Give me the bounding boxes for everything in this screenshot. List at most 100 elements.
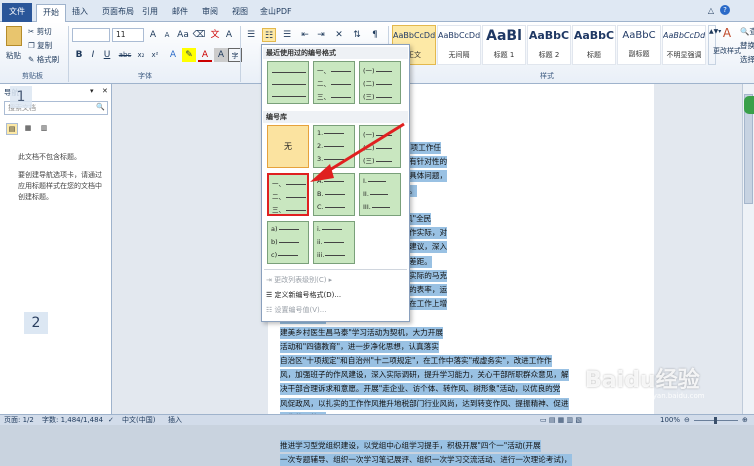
document-line: 风，加强班子的作风建设，深入实际调研，提升学习能力，关心干部所职群众意见，解 <box>280 369 569 382</box>
italic-button[interactable]: I <box>86 48 100 62</box>
recent-formats-header: 最近使用过的编号格式 <box>263 47 408 59</box>
subscript-button[interactable]: x₂ <box>134 48 148 62</box>
word-count[interactable]: 字数: 1,484/1,484 <box>42 415 103 426</box>
copy-button[interactable]: ❐ 复制 <box>28 40 52 51</box>
select-button[interactable]: 选择 <box>740 54 754 65</box>
styles-scroll-icon[interactable]: ▲▼▾ <box>708 25 721 65</box>
strikethrough-button[interactable]: abc <box>118 48 132 62</box>
zoom-level[interactable]: 100% <box>660 415 680 426</box>
shrink-font-button[interactable]: A <box>160 28 174 42</box>
format-lower-roman[interactable]: i. ii. iii. <box>313 221 355 264</box>
sort-icon[interactable]: ⇅ <box>350 28 364 42</box>
minimize-ribbon-icon[interactable]: △ <box>708 6 714 15</box>
arrow-head <box>310 164 334 182</box>
recent-format-dunhao[interactable]: 一、 二、 三、 <box>313 61 355 104</box>
find-button[interactable]: 🔍查找 <box>740 26 754 37</box>
font-color-button[interactable]: A <box>198 48 212 62</box>
style-no-spacing[interactable]: AaBbCcDd 无间隔 <box>437 25 481 65</box>
nav-close-icon[interactable]: ✕ <box>102 87 108 95</box>
style-subtle-emphasis[interactable]: AaBbCcDd 不明显强调 <box>662 25 706 65</box>
underline-button[interactable]: U <box>100 48 114 62</box>
recent-format-lines[interactable] <box>267 61 309 104</box>
recent-format-paren-cn[interactable]: (一) (二) (三) <box>359 61 401 104</box>
change-list-level-item[interactable]: ⇥ 更改列表级别(C) ▸ <box>266 275 332 285</box>
style-heading-1[interactable]: AaBl 标题 1 <box>482 25 526 65</box>
brush-icon: ✎ <box>28 55 35 64</box>
browse-headings-icon[interactable]: ▤ <box>6 123 18 135</box>
change-case-icon[interactable]: Aa <box>176 28 190 42</box>
multilevel-list-icon[interactable]: ☰ <box>280 28 294 42</box>
document-line: 风促政风，以扎实的工作作风推升地税部门行业风尚，达到转变作风、提振精神、促进 <box>280 397 569 410</box>
paste-icon[interactable] <box>6 26 22 46</box>
increase-indent-icon[interactable]: ⇥ <box>314 28 328 42</box>
tab-view[interactable]: 视图 <box>226 4 254 22</box>
chinese-layout-icon[interactable]: ✕ <box>332 28 346 42</box>
style-title[interactable]: AaBbC 标题 <box>572 25 616 65</box>
change-styles-icon: A <box>722 26 732 40</box>
nav-empty-message: 此文档不包含标题。 <box>18 153 81 161</box>
tab-page-layout[interactable]: 页面布局 <box>96 4 140 22</box>
superscript-button[interactable]: x² <box>148 48 162 62</box>
decrease-indent-icon[interactable]: ⇤ <box>298 28 312 42</box>
grow-font-button[interactable]: A <box>146 28 160 42</box>
document-line: 决干部合理诉求和意愿。开展"走企业、访个体、转作风、树形象"活动，以优良的党 <box>280 383 561 396</box>
group-separator <box>240 26 241 82</box>
menu-divider <box>264 269 407 270</box>
set-numbering-value-item[interactable]: ☷ 设置编号值(V)... <box>266 305 326 315</box>
view-buttons-icon[interactable]: ▭ ▤ ▦ ▥ ▧ <box>540 415 582 426</box>
cut-button[interactable]: ✂ 剪切 <box>28 26 52 37</box>
nav-search-icon[interactable]: 🔍 <box>96 103 105 111</box>
browse-pages-icon[interactable]: ▦ <box>22 123 34 135</box>
tab-pdf[interactable]: 金山PDF <box>254 4 298 22</box>
change-styles-button[interactable]: 更改样式 <box>713 46 741 56</box>
zoom-slider-thumb[interactable] <box>714 417 717 424</box>
nav-options-icon[interactable]: ▾ <box>90 87 94 95</box>
replace-button[interactable]: 替换 <box>740 40 754 51</box>
language-status[interactable]: 中文(中国) <box>122 415 155 426</box>
help-icon[interactable]: ? <box>720 5 730 15</box>
list-level-icon: ⇥ <box>266 276 275 284</box>
document-line: 活动和"四德教育"，进一步净化思想，认真落实 <box>280 340 439 353</box>
baidu-watermark-url: jingyan.baidu.com <box>640 392 705 400</box>
find-icon: 🔍 <box>740 27 750 36</box>
document-line: 自治区"十项规定"和自治州"十二项规定"，在工作中落实"戒虚务实"，改进工作作 <box>280 355 552 367</box>
baidu-watermark: Baidu经验 <box>585 368 700 393</box>
char-border-icon[interactable]: A <box>222 28 236 42</box>
clear-format-icon[interactable]: ⌫ <box>192 28 206 42</box>
format-painter-button[interactable]: ✎ 格式刷 <box>28 54 59 65</box>
format-lower-paren[interactable]: a) b) c) <box>267 221 309 264</box>
paste-button[interactable]: 粘贴 <box>6 50 21 61</box>
group-separator <box>68 26 69 82</box>
zoom-out-icon[interactable]: ⊖ <box>684 415 690 426</box>
vertical-scrollbar[interactable] <box>742 84 754 414</box>
insert-mode[interactable]: 插入 <box>168 415 182 426</box>
clipboard-group-label: 剪贴板 <box>22 72 43 80</box>
tab-review[interactable]: 审阅 <box>196 4 224 22</box>
proofing-icon[interactable]: ✓ <box>108 415 114 426</box>
zoom-in-icon[interactable]: ⊕ <box>742 415 748 426</box>
pinyin-icon[interactable]: 文 <box>208 28 222 42</box>
tab-references[interactable]: 引用 <box>136 4 164 22</box>
bold-button[interactable]: B <box>72 48 86 62</box>
tab-mailings[interactable]: 邮件 <box>166 4 194 22</box>
ribbon-tab-bar: 文件 开始 插入 页面布局 引用 邮件 审阅 视图 金山PDF △ ? <box>0 0 754 22</box>
highlight-icon[interactable]: ✎ <box>182 48 196 62</box>
font-size-box[interactable]: 11 <box>112 28 144 42</box>
style-heading-2[interactable]: AaBbC 标题 2 <box>527 25 571 65</box>
numbering-icon[interactable]: ☷ <box>262 28 276 42</box>
tab-home[interactable]: 开始 <box>36 4 66 22</box>
tab-file[interactable]: 文件 <box>2 3 32 22</box>
style-subtitle[interactable]: AaBbC 副标题 <box>617 25 661 65</box>
side-widget-icon[interactable] <box>744 96 754 114</box>
page-count[interactable]: 页面: 1/2 <box>4 415 34 426</box>
copy-icon: ❐ <box>28 41 35 50</box>
show-marks-icon[interactable]: ¶ <box>368 28 382 42</box>
styles-group-label: 样式 <box>540 72 554 80</box>
text-effect-icon[interactable]: A <box>166 48 180 62</box>
font-name-box[interactable] <box>72 28 110 42</box>
browse-results-icon[interactable]: ▥ <box>38 123 50 135</box>
char-shading-icon[interactable]: A <box>214 48 228 62</box>
bullets-icon[interactable]: ☰ <box>244 28 258 42</box>
define-new-format-item[interactable]: ☰ 定义新编号格式(D)... <box>266 290 341 300</box>
tab-insert[interactable]: 插入 <box>66 4 94 22</box>
